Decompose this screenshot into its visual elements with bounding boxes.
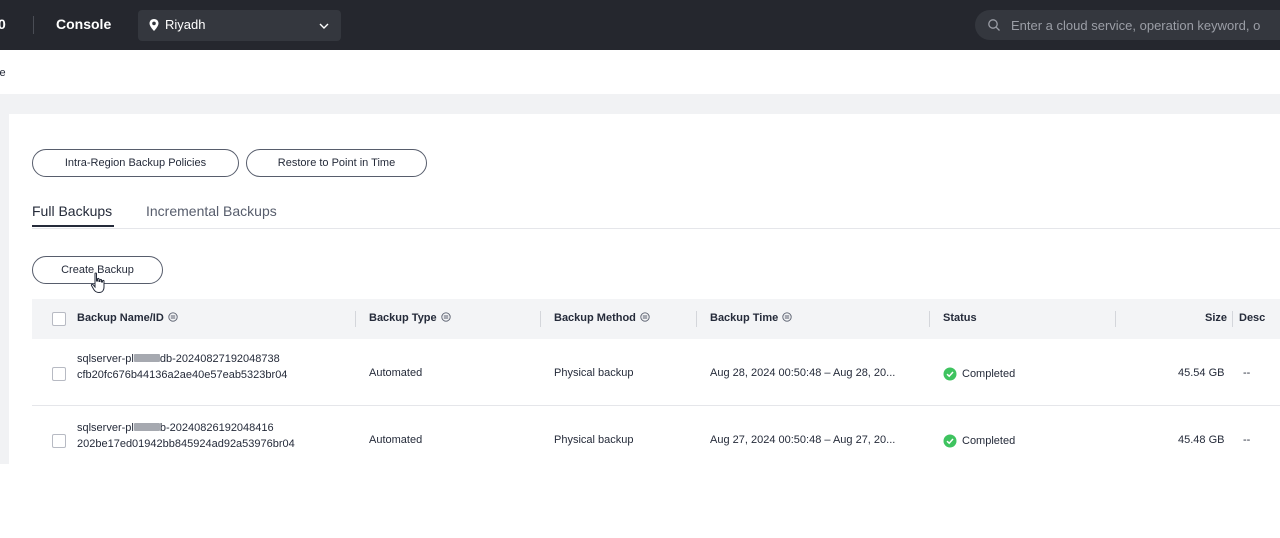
restore-to-point-in-time-button[interactable]: Restore to Point in Time: [246, 149, 427, 177]
check-circle-icon: [943, 434, 957, 448]
sort-icon[interactable]: [782, 312, 792, 322]
table-row: sqlserver-pl b-20240826192048416 202be17e…: [32, 406, 1280, 473]
column-header-time[interactable]: Backup Time: [710, 312, 792, 324]
column-header-time-label: Backup Time: [710, 312, 779, 324]
global-search[interactable]: Enter a cloud service, operation keyword…: [975, 10, 1280, 40]
column-header-size: Size: [1205, 312, 1228, 324]
backup-name-suffix: db-20240827192048738: [159, 353, 280, 365]
column-header-type[interactable]: Backup Type: [369, 312, 451, 324]
column-header-name-label: Backup Name/ID: [77, 312, 164, 324]
row-checkbox[interactable]: [52, 434, 66, 448]
chevron-down-icon: [319, 23, 329, 29]
column-header-method[interactable]: Backup Method: [554, 312, 650, 324]
backup-type: Automated: [369, 434, 423, 446]
map-pin-icon: [149, 19, 159, 31]
status-badge: Completed: [962, 368, 1016, 380]
backup-description: --: [1243, 367, 1251, 379]
region-label: Riyadh: [165, 17, 206, 32]
backup-size: 45.54 GB: [1178, 367, 1225, 379]
backup-method: Physical backup: [554, 434, 634, 446]
backup-time: Aug 28, 2024 00:50:48 – Aug 28, 20...: [710, 367, 896, 379]
backup-method: Physical backup: [554, 367, 634, 379]
column-divider: [1232, 311, 1233, 327]
column-header-status: Status: [943, 312, 977, 324]
tab-incremental-backups[interactable]: Incremental Backups: [146, 203, 277, 219]
column-header-method-label: Backup Method: [554, 312, 636, 324]
page-blank-area: [0, 464, 1280, 538]
column-header-name[interactable]: Backup Name/ID: [77, 312, 178, 324]
backup-name[interactable]: sqlserver-pl b-20240826192048416: [77, 422, 274, 434]
sort-icon[interactable]: [441, 312, 451, 322]
redacted-text: [133, 423, 160, 431]
backup-name[interactable]: sqlserver-pl db-20240827192048738: [77, 353, 280, 365]
status-badge: Completed: [962, 435, 1016, 447]
intra-region-backup-policies-button[interactable]: Intra-Region Backup Policies: [32, 149, 239, 177]
backup-id: 202be17ed01942bb845924ad92a53976br04: [77, 438, 295, 450]
row-checkbox[interactable]: [52, 367, 66, 381]
backup-name-suffix: b-20240826192048416: [159, 422, 274, 434]
divider: [33, 16, 34, 34]
page-background: [0, 94, 1280, 114]
backup-id: cfb20fc676b44136a2ae40e57eab5323br04: [77, 369, 288, 381]
console-link[interactable]: Console: [56, 16, 111, 32]
table-header: Backup Name/ID Backup Type Backup Method…: [32, 299, 1280, 339]
tab-divider: [32, 228, 1280, 229]
backup-type: Automated: [369, 367, 423, 379]
breadcrumb: le: [0, 50, 1280, 94]
backup-size: 45.48 GB: [1178, 434, 1225, 446]
column-divider: [540, 311, 541, 327]
breadcrumb-text[interactable]: le: [0, 67, 6, 79]
top-navigation-bar: 0 Console Riyadh Enter a cloud service, …: [0, 0, 1280, 50]
search-input[interactable]: Enter a cloud service, operation keyword…: [1011, 18, 1260, 33]
sort-icon[interactable]: [168, 312, 178, 322]
column-divider: [355, 311, 356, 327]
search-icon: [988, 19, 1000, 31]
hand-pointer-cursor-icon: [90, 272, 105, 294]
check-circle-icon: [943, 367, 957, 381]
table-row: sqlserver-pl db-20240827192048738 cfb20fc…: [32, 339, 1280, 406]
backup-description: --: [1243, 434, 1251, 446]
backup-time: Aug 27, 2024 00:50:48 – Aug 27, 20...: [710, 434, 896, 446]
backup-name-prefix: sqlserver-pl: [77, 422, 134, 434]
column-header-description: Desc: [1239, 312, 1266, 324]
page-background-side: [0, 114, 9, 464]
select-all-checkbox[interactable]: [52, 312, 66, 326]
region-selector[interactable]: Riyadh: [138, 10, 341, 41]
column-divider: [696, 311, 697, 327]
column-divider: [1115, 311, 1116, 327]
backup-name-prefix: sqlserver-pl: [77, 353, 134, 365]
sort-icon[interactable]: [640, 312, 650, 322]
column-header-type-label: Backup Type: [369, 312, 437, 324]
tab-full-backups[interactable]: Full Backups: [32, 203, 112, 219]
column-divider: [929, 311, 930, 327]
redacted-text: [133, 354, 160, 362]
logo[interactable]: 0: [0, 16, 6, 32]
active-tab-indicator: [32, 225, 114, 227]
